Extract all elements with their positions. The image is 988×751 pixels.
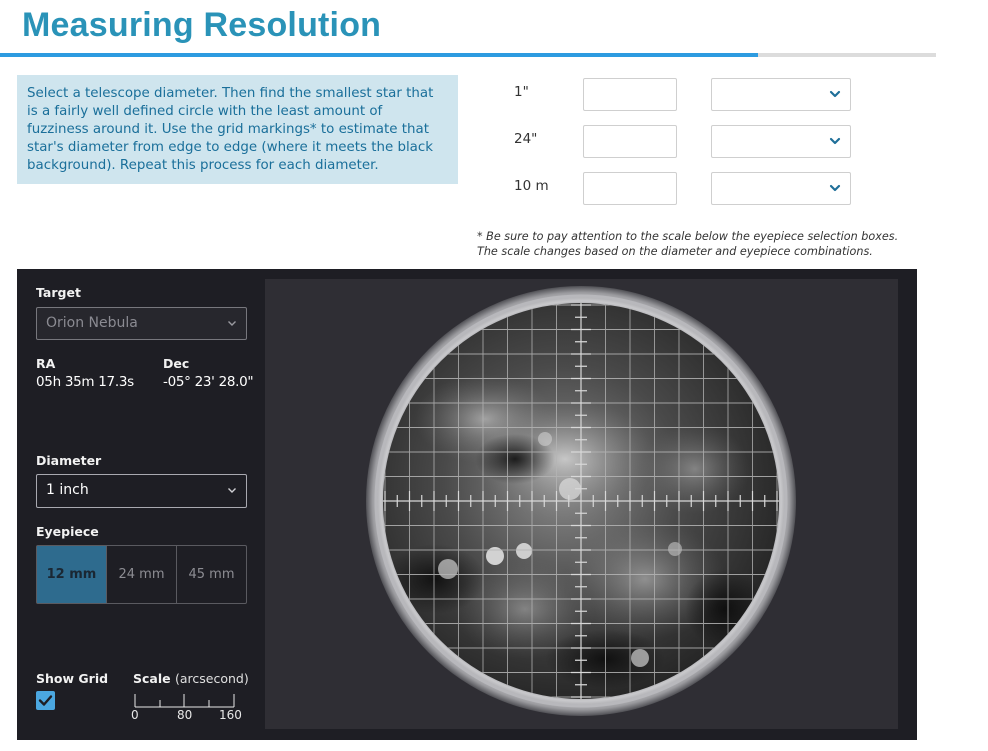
controls-sidebar: Target Orion Nebula RA 05h 35m 17.3s Dec…	[17, 269, 257, 740]
instructions-box: Select a telescope diameter. Then find t…	[17, 75, 458, 184]
eyepiece-view[interactable]	[265, 279, 898, 729]
target-select-value: Orion Nebula	[46, 315, 138, 331]
eyepiece-selector: 12 mm 24 mm 45 mm	[36, 545, 247, 604]
chevron-down-icon	[829, 184, 841, 192]
page: Measuring Resolution Select a telescope …	[0, 0, 988, 751]
dec-value: -05° 23' 28.0"	[163, 374, 254, 390]
unit-select[interactable]	[711, 78, 851, 111]
scale-unit: (arcsecond)	[174, 671, 249, 686]
eyepiece-image	[366, 286, 796, 716]
answer-label: 1"	[514, 84, 529, 100]
dec-label: Dec	[163, 356, 190, 371]
eyepiece-label: Eyepiece	[36, 524, 99, 539]
footnote-line: The scale changes based on the diameter …	[477, 245, 873, 258]
resolution-input[interactable]	[583, 78, 677, 111]
unit-select[interactable]	[711, 125, 851, 158]
show-grid-label: Show Grid	[36, 671, 109, 686]
show-grid-checkbox[interactable]	[36, 691, 55, 710]
resolution-input[interactable]	[583, 172, 677, 205]
answer-row-3: 10 m	[500, 172, 860, 206]
scale-tick-label: 160	[219, 708, 242, 722]
chevron-down-icon	[829, 90, 841, 98]
diameter-select-value: 1 inch	[46, 482, 89, 498]
scale-tick-label: 0	[131, 708, 139, 722]
answer-row-2: 24"	[500, 125, 860, 159]
scale-tick-label: 80	[177, 708, 193, 722]
diameter-select[interactable]: 1 inch	[36, 474, 247, 508]
ra-label: RA	[36, 356, 56, 371]
scale-footnote: * Be sure to pay attention to the scale …	[477, 229, 898, 259]
unit-select[interactable]	[711, 172, 851, 205]
eyepiece-option-45mm[interactable]: 45 mm	[177, 546, 246, 603]
diameter-label: Diameter	[36, 453, 102, 468]
target-label: Target	[36, 285, 81, 300]
answer-label: 10 m	[514, 178, 549, 194]
ra-value: 05h 35m 17.3s	[36, 374, 134, 390]
chevron-down-icon	[228, 321, 236, 326]
chevron-down-icon	[829, 137, 841, 145]
answer-row-1: 1"	[500, 78, 860, 112]
eyepiece-option-24mm[interactable]: 24 mm	[107, 546, 177, 603]
page-title: Measuring Resolution	[22, 6, 382, 44]
scale-label: Scale (arcsecond)	[133, 671, 249, 686]
nebula-field	[383, 303, 779, 699]
footnote-line: * Be sure to pay attention to the scale …	[477, 230, 899, 243]
checkmark-icon	[38, 695, 53, 706]
telescope-panel: Target Orion Nebula RA 05h 35m 17.3s Dec…	[17, 269, 917, 740]
progress-bar-fill	[0, 53, 759, 57]
resolution-input[interactable]	[583, 125, 677, 158]
eyepiece-option-12mm[interactable]: 12 mm	[37, 546, 107, 603]
answer-label: 24"	[514, 131, 538, 147]
chevron-down-icon	[228, 488, 236, 493]
scale-label-text: Scale	[133, 671, 171, 686]
scale-bar: 0 80 160	[131, 689, 243, 733]
target-select[interactable]: Orion Nebula	[36, 307, 247, 340]
progress-bar	[0, 53, 936, 57]
